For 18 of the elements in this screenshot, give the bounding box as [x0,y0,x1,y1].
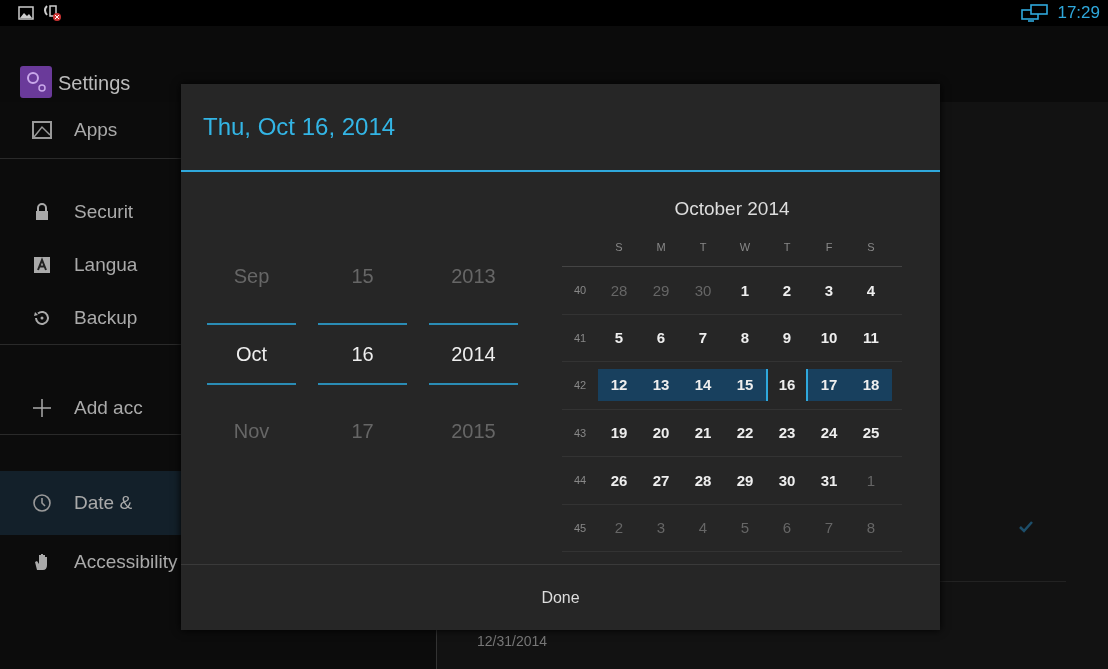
week-number: 45 [572,521,588,534]
month-title: October 2014 [673,198,791,221]
week-number: 41 [572,331,588,344]
weekday-label: T [698,241,708,253]
week-number: 42 [572,379,588,392]
weekday-label: M [655,241,667,253]
weekday-label: S [866,241,876,253]
dialog-title: Thu, Oct 16, 2014 [181,84,940,172]
week-number: 40 [572,284,588,297]
app-title: Settings [58,71,131,95]
week-number: 44 [572,474,588,487]
week-number: 43 [572,426,588,439]
weekday-label: F [824,241,834,253]
date-value: 12/31/2014 [477,633,548,649]
weekday-label: T [782,241,792,253]
clock-time: 17:29 [1057,3,1100,23]
weekday-label: W [738,241,752,253]
weekday-label: S [614,241,624,253]
